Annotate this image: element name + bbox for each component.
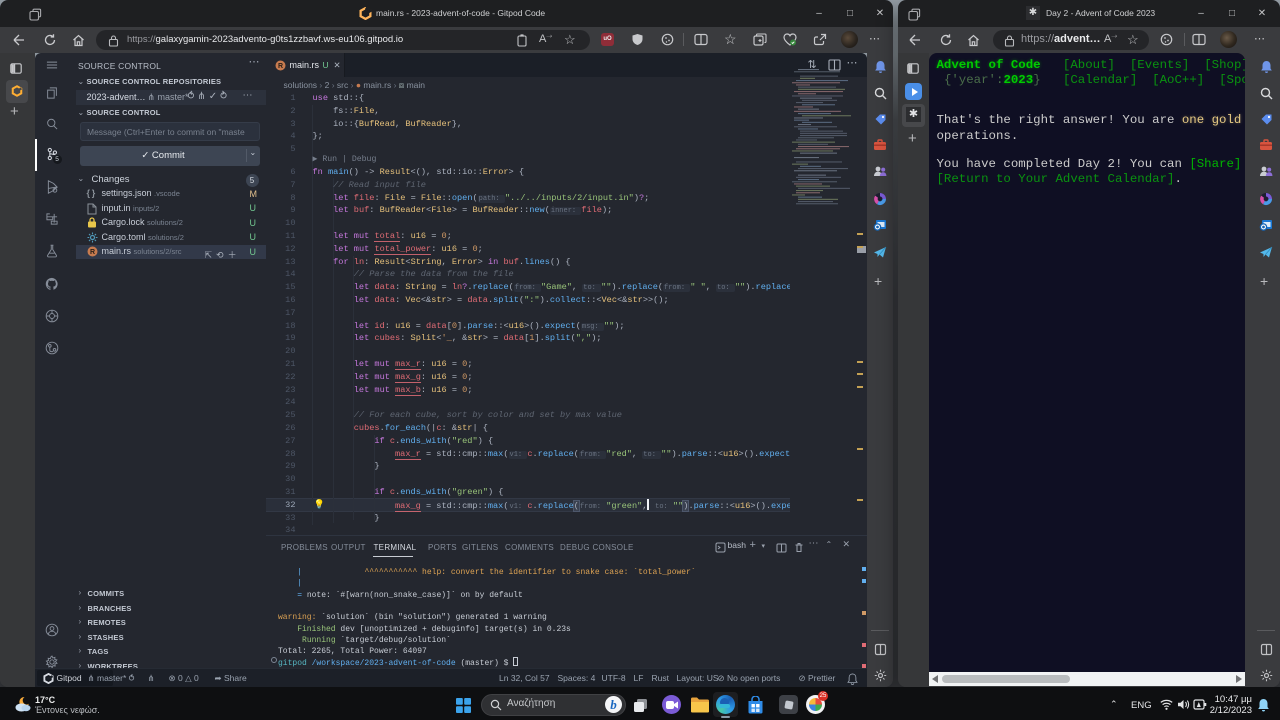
svg-text:R: R	[89, 249, 94, 256]
svg-text:R: R	[277, 63, 282, 70]
